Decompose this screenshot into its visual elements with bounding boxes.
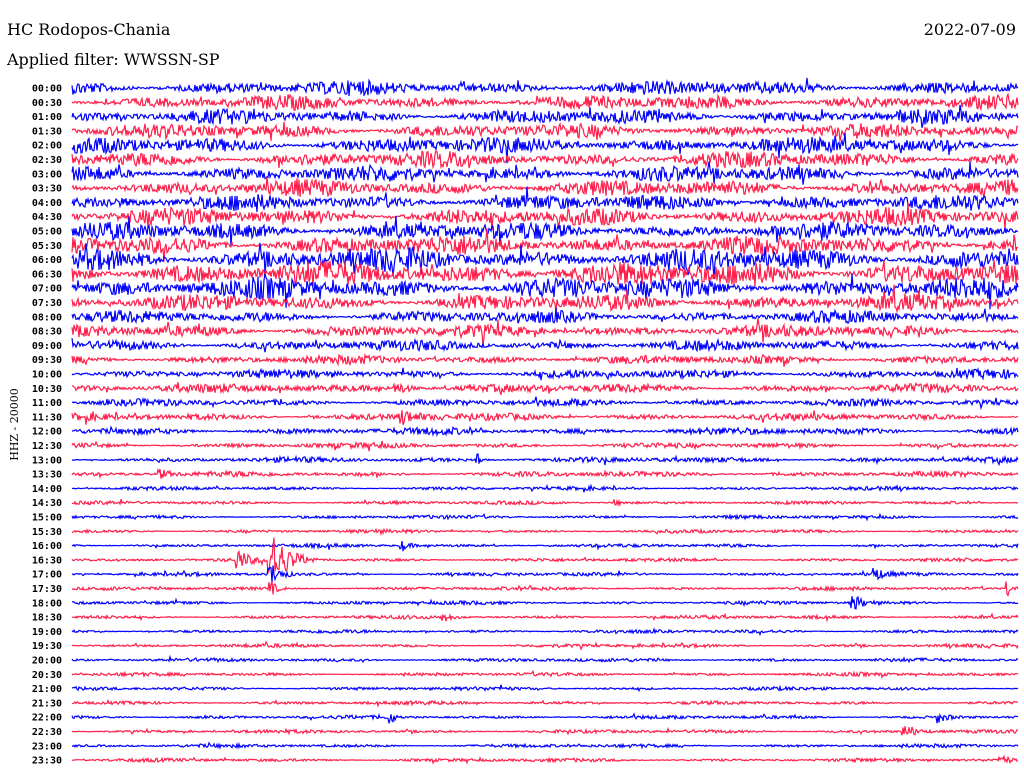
trace-row-0930 (71, 352, 1019, 367)
trace-row-1330 (71, 467, 1019, 480)
trace-row-2000 (71, 654, 1019, 664)
trace-row-1430 (71, 498, 1019, 507)
row-time-label: 14:00 (32, 484, 62, 495)
row-time-label: 23:00 (32, 741, 62, 752)
trace-row-1730 (71, 581, 1019, 597)
row-time-label: 06:00 (32, 255, 62, 266)
trace-row-2030 (71, 669, 1019, 680)
trace-row-2330 (71, 754, 1018, 765)
trace-row-0330 (71, 176, 1019, 198)
trace-row-1100 (71, 396, 1019, 411)
row-time-label: 13:30 (32, 470, 62, 481)
row-time-label: 09:00 (32, 341, 62, 352)
row-time-label: 10:00 (32, 370, 62, 381)
row-time-label: 17:00 (32, 570, 62, 581)
row-time-label: 20:30 (32, 670, 62, 681)
row-time-label: 05:00 (32, 227, 62, 238)
row-time-label: 12:00 (32, 427, 62, 438)
row-time-label: 14:30 (32, 498, 62, 509)
row-time-label: 06:30 (32, 269, 62, 280)
trace-row-0830 (71, 318, 1019, 346)
row-time-label: 23:30 (32, 756, 62, 767)
row-time-label: 08:00 (32, 312, 62, 323)
row-time-label: 08:30 (32, 327, 62, 338)
row-time-label: 15:30 (32, 527, 62, 538)
trace-row-0500 (71, 215, 1019, 247)
trace-row-1900 (71, 627, 1019, 637)
trace-row-0700 (71, 273, 1019, 310)
trace-row-1800 (71, 596, 1019, 610)
trace-row-1930 (71, 640, 1019, 651)
trace-row-1530 (71, 527, 1019, 537)
trace-row-1830 (71, 612, 1019, 623)
row-time-label: 11:30 (32, 412, 62, 423)
trace-row-1230 (71, 440, 1019, 452)
row-time-label: 09:30 (32, 355, 62, 366)
trace-row-0030 (71, 92, 1019, 112)
trace-row-1400 (71, 483, 1019, 493)
row-time-label: 20:00 (32, 656, 62, 667)
row-time-label: 18:30 (32, 613, 62, 624)
row-time-label: 12:30 (32, 441, 62, 452)
row-time-label: 03:30 (32, 184, 62, 195)
row-time-label: 02:30 (32, 155, 62, 166)
row-time-label: 13:00 (32, 455, 62, 466)
trace-row-1130 (71, 410, 1019, 426)
row-time-label: 00:30 (32, 98, 62, 109)
helicorder-plot: 00:00 00:30 01:00 01:30 02:00 02:30 03:00 03:30… (32, 77, 1019, 767)
row-time-label: 16:00 (32, 541, 62, 552)
trace-row-0800 (71, 307, 1019, 325)
row-time-label: 04:00 (32, 198, 62, 209)
trace-row-0100 (71, 104, 1019, 128)
row-time-label: 05:30 (32, 241, 62, 252)
trace-row-1300 (71, 453, 1019, 467)
row-time-label: 21:30 (32, 698, 62, 709)
row-time-label: 19:00 (32, 627, 62, 638)
row-time-label: 02:00 (32, 141, 62, 152)
row-time-label: 16:30 (32, 555, 62, 566)
row-time-label: 11:00 (32, 398, 62, 409)
row-time-label: 01:30 (32, 126, 62, 137)
row-time-label: 03:00 (32, 169, 62, 180)
trace-row-1200 (71, 425, 1019, 438)
row-time-label: 07:00 (32, 284, 62, 295)
row-time-label: 22:00 (32, 713, 62, 724)
row-time-label: 18:00 (32, 598, 62, 609)
trace-row-0130 (71, 121, 1019, 142)
trace-row-1500 (71, 512, 1019, 522)
row-time-label: 15:00 (32, 513, 62, 524)
trace-row-2200 (71, 712, 1019, 724)
row-time-label: 00:00 (32, 84, 62, 95)
row-time-label: 22:30 (32, 727, 62, 738)
trace-row-0400 (71, 186, 1019, 213)
trace-row-0630 (71, 259, 1019, 287)
trace-row-0230 (71, 149, 1019, 170)
trace-row-2100 (71, 684, 1019, 693)
row-time-label: 01:00 (32, 112, 62, 123)
trace-row-2130 (71, 698, 1019, 708)
trace-row-0000 (71, 77, 1019, 96)
row-time-label: 21:00 (32, 684, 62, 695)
trace-row-0900 (71, 337, 1019, 353)
row-time-label: 10:30 (32, 384, 62, 395)
trace-row-1000 (71, 366, 1019, 381)
row-time-label: 17:30 (32, 584, 62, 595)
trace-row-1030 (71, 381, 1019, 396)
trace-row-1630 (71, 537, 1019, 575)
row-time-label: 19:30 (32, 641, 62, 652)
trace-row-2230 (71, 726, 1019, 736)
trace-row-1600 (71, 541, 1019, 552)
trace-row-2300 (71, 741, 1019, 750)
row-time-label: 07:30 (32, 298, 62, 309)
trace-row-0300 (71, 161, 1019, 185)
row-time-label: 04:30 (32, 212, 62, 223)
trace-row-1700 (71, 565, 1019, 583)
